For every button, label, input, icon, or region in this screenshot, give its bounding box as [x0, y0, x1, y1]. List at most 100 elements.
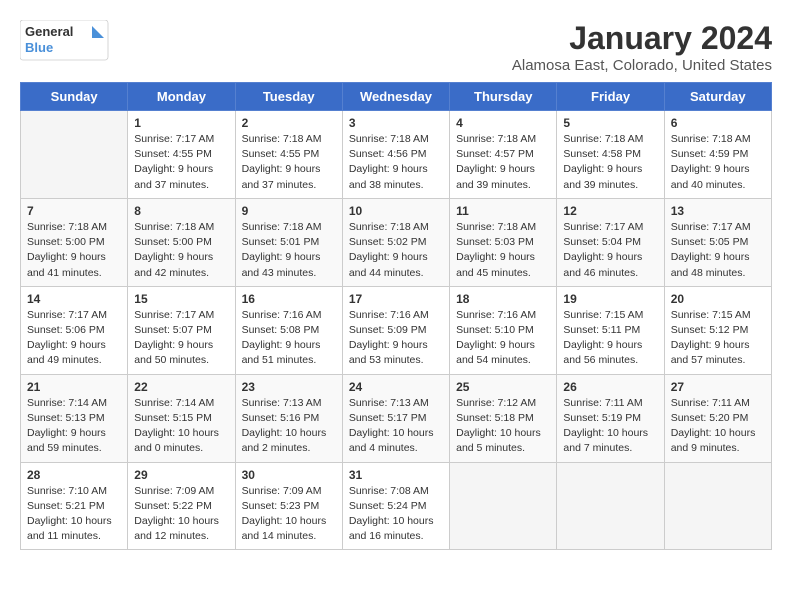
calendar-cell: 5 Sunrise: 7:18 AMSunset: 4:58 PMDaylight…	[557, 111, 664, 199]
day-number: 11	[456, 204, 550, 218]
calendar-cell: 21 Sunrise: 7:14 AMSunset: 5:13 PMDayligh…	[21, 374, 128, 462]
calendar-cell	[21, 111, 128, 199]
calendar-cell: 31 Sunrise: 7:08 AMSunset: 5:24 PMDayligh…	[342, 462, 449, 550]
subtitle: Alamosa East, Colorado, United States	[512, 57, 772, 74]
main-title: January 2024	[512, 20, 772, 57]
day-number: 12	[563, 204, 657, 218]
calendar-cell: 18Sunrise: 7:16 AMSunset: 5:10 PMDayligh…	[450, 286, 557, 374]
calendar-cell: 1 Sunrise: 7:17 AMSunset: 4:55 PMDaylight…	[128, 111, 235, 199]
day-info: Sunrise: 7:13 AMSunset: 5:16 PMDaylight:…	[242, 396, 336, 457]
day-number: 8	[134, 204, 228, 218]
calendar-cell	[664, 462, 771, 550]
day-number: 5	[563, 116, 657, 130]
calendar-cell: 27 Sunrise: 7:11 AMSunset: 5:20 PMDayligh…	[664, 374, 771, 462]
logo-svg: General Blue	[20, 20, 110, 62]
header: General Blue January 2024 Alamosa East, …	[20, 20, 772, 74]
day-number: 18	[456, 292, 550, 306]
day-number: 16	[242, 292, 336, 306]
calendar-cell: 24Sunrise: 7:13 AMSunset: 5:17 PMDayligh…	[342, 374, 449, 462]
calendar-table: SundayMondayTuesdayWednesdayThursdayFrid…	[20, 82, 772, 550]
calendar-cell: 8 Sunrise: 7:18 AMSunset: 5:00 PMDaylight…	[128, 198, 235, 286]
day-info: Sunrise: 7:18 AMSunset: 5:00 PMDaylight:…	[27, 220, 121, 281]
calendar-cell: 23 Sunrise: 7:13 AMSunset: 5:16 PMDayligh…	[235, 374, 342, 462]
calendar-week-row: 14 Sunrise: 7:17 AMSunset: 5:06 PMDayligh…	[21, 286, 772, 374]
day-number: 20	[671, 292, 765, 306]
title-block: January 2024 Alamosa East, Colorado, Uni…	[512, 20, 772, 74]
day-info: Sunrise: 7:18 AMSunset: 5:01 PMDaylight:…	[242, 220, 336, 281]
day-number: 14	[27, 292, 121, 306]
day-info: Sunrise: 7:14 AMSunset: 5:13 PMDaylight:…	[27, 396, 121, 457]
calendar-cell: 3Sunrise: 7:18 AMSunset: 4:56 PMDaylight…	[342, 111, 449, 199]
weekday-header: Wednesday	[342, 83, 449, 111]
day-number: 21	[27, 380, 121, 394]
day-info: Sunrise: 7:09 AMSunset: 5:22 PMDaylight:…	[134, 484, 228, 545]
weekday-header: Thursday	[450, 83, 557, 111]
day-number: 29	[134, 468, 228, 482]
day-number: 24	[349, 380, 443, 394]
calendar-cell: 10Sunrise: 7:18 AMSunset: 5:02 PMDayligh…	[342, 198, 449, 286]
day-info: Sunrise: 7:11 AMSunset: 5:20 PMDaylight:…	[671, 396, 765, 457]
calendar-week-row: 21 Sunrise: 7:14 AMSunset: 5:13 PMDayligh…	[21, 374, 772, 462]
day-info: Sunrise: 7:12 AMSunset: 5:18 PMDaylight:…	[456, 396, 550, 457]
calendar-cell: 30 Sunrise: 7:09 AMSunset: 5:23 PMDayligh…	[235, 462, 342, 550]
day-number: 23	[242, 380, 336, 394]
day-info: Sunrise: 7:14 AMSunset: 5:15 PMDaylight:…	[134, 396, 228, 457]
day-info: Sunrise: 7:11 AMSunset: 5:19 PMDaylight:…	[563, 396, 657, 457]
day-info: Sunrise: 7:18 AMSunset: 5:00 PMDaylight:…	[134, 220, 228, 281]
weekday-header: Sunday	[21, 83, 128, 111]
day-info: Sunrise: 7:16 AMSunset: 5:09 PMDaylight:…	[349, 308, 443, 369]
day-number: 27	[671, 380, 765, 394]
day-number: 6	[671, 116, 765, 130]
day-info: Sunrise: 7:08 AMSunset: 5:24 PMDaylight:…	[349, 484, 443, 545]
day-info: Sunrise: 7:09 AMSunset: 5:23 PMDaylight:…	[242, 484, 336, 545]
day-info: Sunrise: 7:17 AMSunset: 5:06 PMDaylight:…	[27, 308, 121, 369]
calendar-week-row: 1 Sunrise: 7:17 AMSunset: 4:55 PMDaylight…	[21, 111, 772, 199]
svg-text:Blue: Blue	[25, 40, 53, 55]
weekday-header: Friday	[557, 83, 664, 111]
day-number: 30	[242, 468, 336, 482]
calendar-cell: 17Sunrise: 7:16 AMSunset: 5:09 PMDayligh…	[342, 286, 449, 374]
calendar-cell: 22 Sunrise: 7:14 AMSunset: 5:15 PMDayligh…	[128, 374, 235, 462]
calendar-cell: 19 Sunrise: 7:15 AMSunset: 5:11 PMDayligh…	[557, 286, 664, 374]
calendar-week-row: 7 Sunrise: 7:18 AMSunset: 5:00 PMDaylight…	[21, 198, 772, 286]
day-number: 22	[134, 380, 228, 394]
day-info: Sunrise: 7:18 AMSunset: 5:02 PMDaylight:…	[349, 220, 443, 281]
day-number: 4	[456, 116, 550, 130]
day-info: Sunrise: 7:17 AMSunset: 5:05 PMDaylight:…	[671, 220, 765, 281]
calendar-cell: 4 Sunrise: 7:18 AMSunset: 4:57 PMDaylight…	[450, 111, 557, 199]
calendar-cell: 25Sunrise: 7:12 AMSunset: 5:18 PMDayligh…	[450, 374, 557, 462]
weekday-header: Tuesday	[235, 83, 342, 111]
day-number: 7	[27, 204, 121, 218]
calendar-cell: 13Sunrise: 7:17 AMSunset: 5:05 PMDayligh…	[664, 198, 771, 286]
day-info: Sunrise: 7:17 AMSunset: 4:55 PMDaylight:…	[134, 132, 228, 193]
weekday-header-row: SundayMondayTuesdayWednesdayThursdayFrid…	[21, 83, 772, 111]
calendar-cell: 15 Sunrise: 7:17 AMSunset: 5:07 PMDayligh…	[128, 286, 235, 374]
logo: General Blue	[20, 20, 110, 62]
calendar-cell	[557, 462, 664, 550]
day-number: 31	[349, 468, 443, 482]
day-info: Sunrise: 7:15 AMSunset: 5:12 PMDaylight:…	[671, 308, 765, 369]
calendar-cell: 11 Sunrise: 7:18 AMSunset: 5:03 PMDayligh…	[450, 198, 557, 286]
calendar-cell: 28Sunrise: 7:10 AMSunset: 5:21 PMDayligh…	[21, 462, 128, 550]
day-info: Sunrise: 7:18 AMSunset: 4:57 PMDaylight:…	[456, 132, 550, 193]
day-info: Sunrise: 7:15 AMSunset: 5:11 PMDaylight:…	[563, 308, 657, 369]
day-info: Sunrise: 7:17 AMSunset: 5:07 PMDaylight:…	[134, 308, 228, 369]
calendar-cell: 14 Sunrise: 7:17 AMSunset: 5:06 PMDayligh…	[21, 286, 128, 374]
calendar-cell: 12Sunrise: 7:17 AMSunset: 5:04 PMDayligh…	[557, 198, 664, 286]
day-info: Sunrise: 7:10 AMSunset: 5:21 PMDaylight:…	[27, 484, 121, 545]
calendar-cell: 16Sunrise: 7:16 AMSunset: 5:08 PMDayligh…	[235, 286, 342, 374]
calendar-cell: 26Sunrise: 7:11 AMSunset: 5:19 PMDayligh…	[557, 374, 664, 462]
calendar-cell: 6 Sunrise: 7:18 AMSunset: 4:59 PMDaylight…	[664, 111, 771, 199]
day-number: 9	[242, 204, 336, 218]
day-info: Sunrise: 7:18 AMSunset: 4:56 PMDaylight:…	[349, 132, 443, 193]
day-info: Sunrise: 7:18 AMSunset: 5:03 PMDaylight:…	[456, 220, 550, 281]
day-number: 19	[563, 292, 657, 306]
day-info: Sunrise: 7:18 AMSunset: 4:55 PMDaylight:…	[242, 132, 336, 193]
weekday-header: Monday	[128, 83, 235, 111]
day-number: 15	[134, 292, 228, 306]
day-info: Sunrise: 7:18 AMSunset: 4:59 PMDaylight:…	[671, 132, 765, 193]
day-number: 2	[242, 116, 336, 130]
day-number: 1	[134, 116, 228, 130]
calendar-cell: 20 Sunrise: 7:15 AMSunset: 5:12 PMDayligh…	[664, 286, 771, 374]
day-info: Sunrise: 7:18 AMSunset: 4:58 PMDaylight:…	[563, 132, 657, 193]
